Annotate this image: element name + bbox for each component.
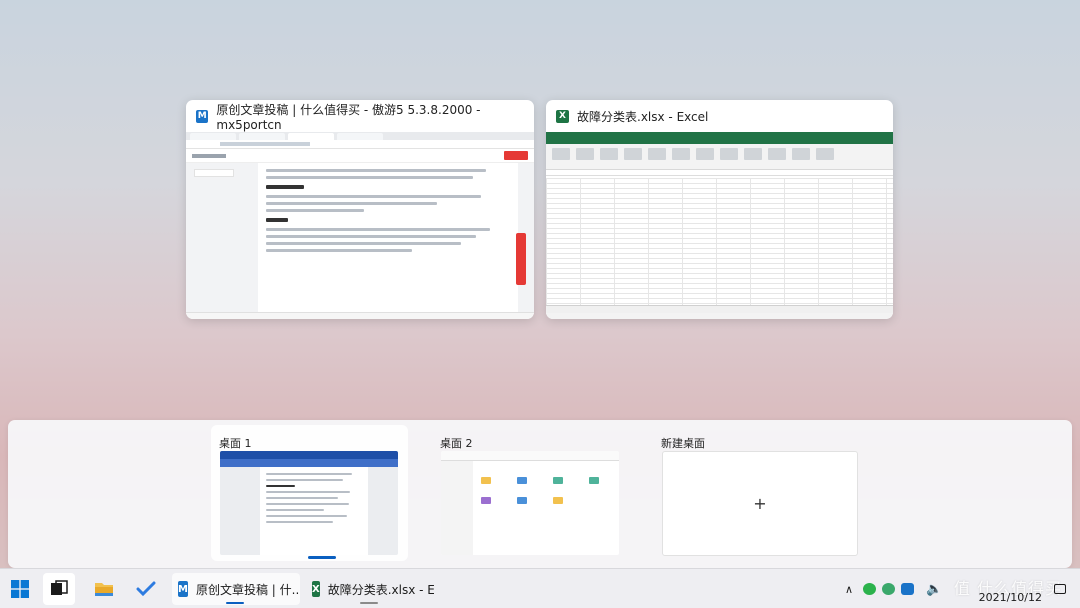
window-card-titlebar: X 故障分类表.xlsx - Excel (546, 100, 893, 132)
window-card-titlebar: M 原创文章投稿 | 什么值得买 - 傲游5 5.3.8.2000 - mx5p… (186, 100, 534, 132)
browser-tab (337, 133, 383, 140)
maxthon-browser-icon: M (178, 581, 188, 597)
page-header (186, 149, 534, 163)
checkmark-icon (136, 581, 156, 597)
window-thumbnail (186, 132, 534, 319)
taskbar: M 原创文章投稿 | 什... X 故障分类表.xlsx - E... ∧ 🔈 … (0, 568, 1080, 608)
system-tray: ∧ 🔈 (845, 569, 952, 608)
new-desktop[interactable]: 新建桌面 + (653, 425, 858, 561)
desktop-thumbnail (220, 451, 398, 555)
desktop-label: 桌面 1 (219, 437, 252, 450)
desktop-2[interactable]: 桌面 2 (432, 425, 629, 561)
window-card-title: 原创文章投稿 | 什么值得买 - 傲游5 5.3.8.2000 - mx5por… (216, 102, 481, 132)
chevron-up-icon[interactable]: ∧ (845, 583, 853, 596)
active-desktop-indicator (308, 556, 336, 559)
excel-toolbar (546, 144, 893, 170)
task-view-button[interactable] (43, 573, 75, 605)
windows-logo-icon (11, 580, 29, 598)
task-view-icon (51, 580, 68, 595)
browser-tab (190, 133, 236, 140)
browser-address-bar (186, 140, 534, 149)
window-card-browser[interactable]: M 原创文章投稿 | 什么值得买 - 傲游5 5.3.8.2000 - mx5p… (186, 100, 534, 319)
excel-sheet-tabs (546, 305, 893, 313)
tray-app-icon[interactable] (901, 583, 915, 595)
excel-icon: X (312, 581, 320, 597)
taskbar-app-label: 原创文章投稿 | 什... (195, 582, 300, 597)
browser-tab (288, 133, 334, 140)
window-thumbnail (546, 132, 893, 319)
notification-icon[interactable] (1054, 584, 1066, 594)
window-card-title: 故障分类表.xlsx - Excel (577, 109, 709, 124)
browser-status-bar (186, 312, 534, 319)
start-button[interactable] (4, 573, 36, 605)
browser-tab (239, 133, 285, 140)
desktop-label: 桌面 2 (440, 437, 473, 450)
taskbar-app-excel[interactable]: X 故障分类表.xlsx - E... (306, 573, 434, 605)
side-float-bar (516, 233, 526, 285)
browser-tab-strip (186, 132, 534, 140)
excel-formula-bar (546, 170, 893, 176)
folder-icon (95, 583, 113, 596)
excel-icon: X (556, 109, 569, 123)
excel-grid (546, 178, 893, 305)
desktop-thumbnail (441, 451, 619, 555)
notification-area (1054, 569, 1066, 608)
virtual-desktops-panel: 桌面 1 桌面 2 新建桌面 + (8, 420, 1072, 568)
page-body (186, 163, 534, 312)
window-card-excel[interactable]: X 故障分类表.xlsx - Excel (546, 100, 893, 319)
wechat-work-icon[interactable] (882, 583, 896, 595)
wechat-icon[interactable] (863, 583, 877, 595)
new-desktop-button[interactable]: + (662, 451, 858, 556)
new-desktop-label: 新建桌面 (661, 437, 705, 450)
taskbar-app-label: 故障分类表.xlsx - E... (327, 582, 434, 597)
taskbar-app-browser[interactable]: M 原创文章投稿 | 什... (172, 573, 300, 605)
todo-button[interactable] (130, 573, 162, 605)
desktop-1[interactable]: 桌面 1 (211, 425, 408, 561)
volume-icon[interactable]: 🔈 (926, 582, 942, 597)
excel-status-bar (546, 313, 893, 319)
plus-icon: + (753, 494, 767, 513)
maxthon-browser-icon: M (196, 109, 209, 123)
clock-date[interactable]: 2021/10/12 (979, 591, 1042, 604)
file-explorer-button[interactable] (88, 573, 120, 605)
excel-title-ribbon (546, 132, 893, 144)
